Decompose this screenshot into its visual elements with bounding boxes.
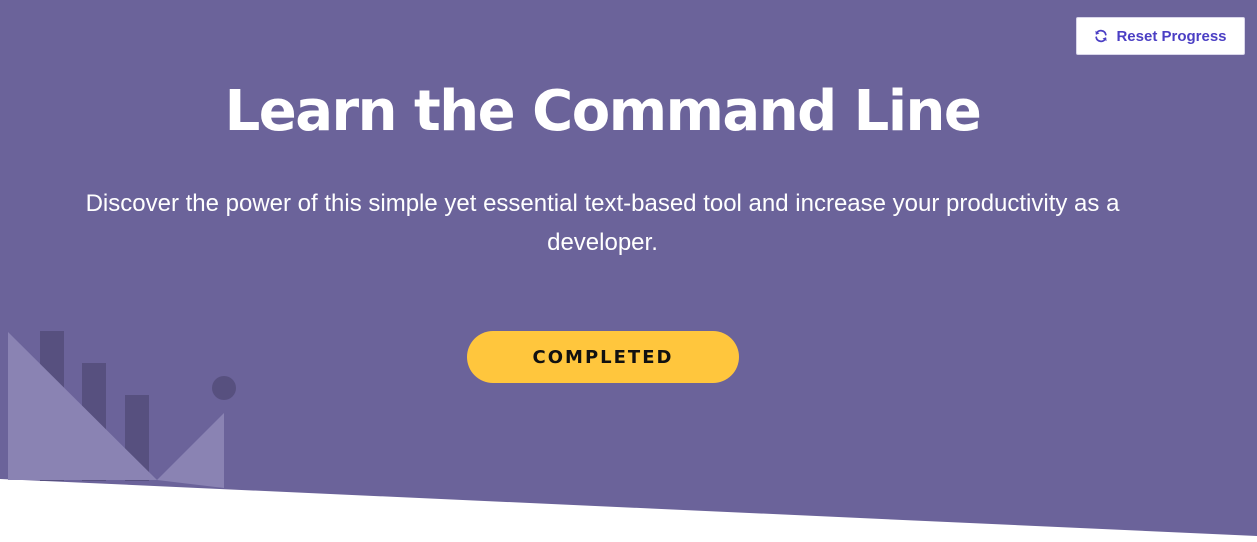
reset-progress-button[interactable]: Reset Progress [1076,17,1245,55]
completed-status-button[interactable]: COMPLETED [467,331,739,383]
page-title: Learn the Command Line [224,79,982,144]
refresh-icon [1095,29,1108,43]
reset-progress-label: Reset Progress [1116,27,1227,45]
course-hero: Reset Progress Learn the Command Line Di… [0,0,1257,542]
course-description: Discover the power of this simple yet es… [85,190,1120,256]
decorative-illustration [8,331,236,488]
